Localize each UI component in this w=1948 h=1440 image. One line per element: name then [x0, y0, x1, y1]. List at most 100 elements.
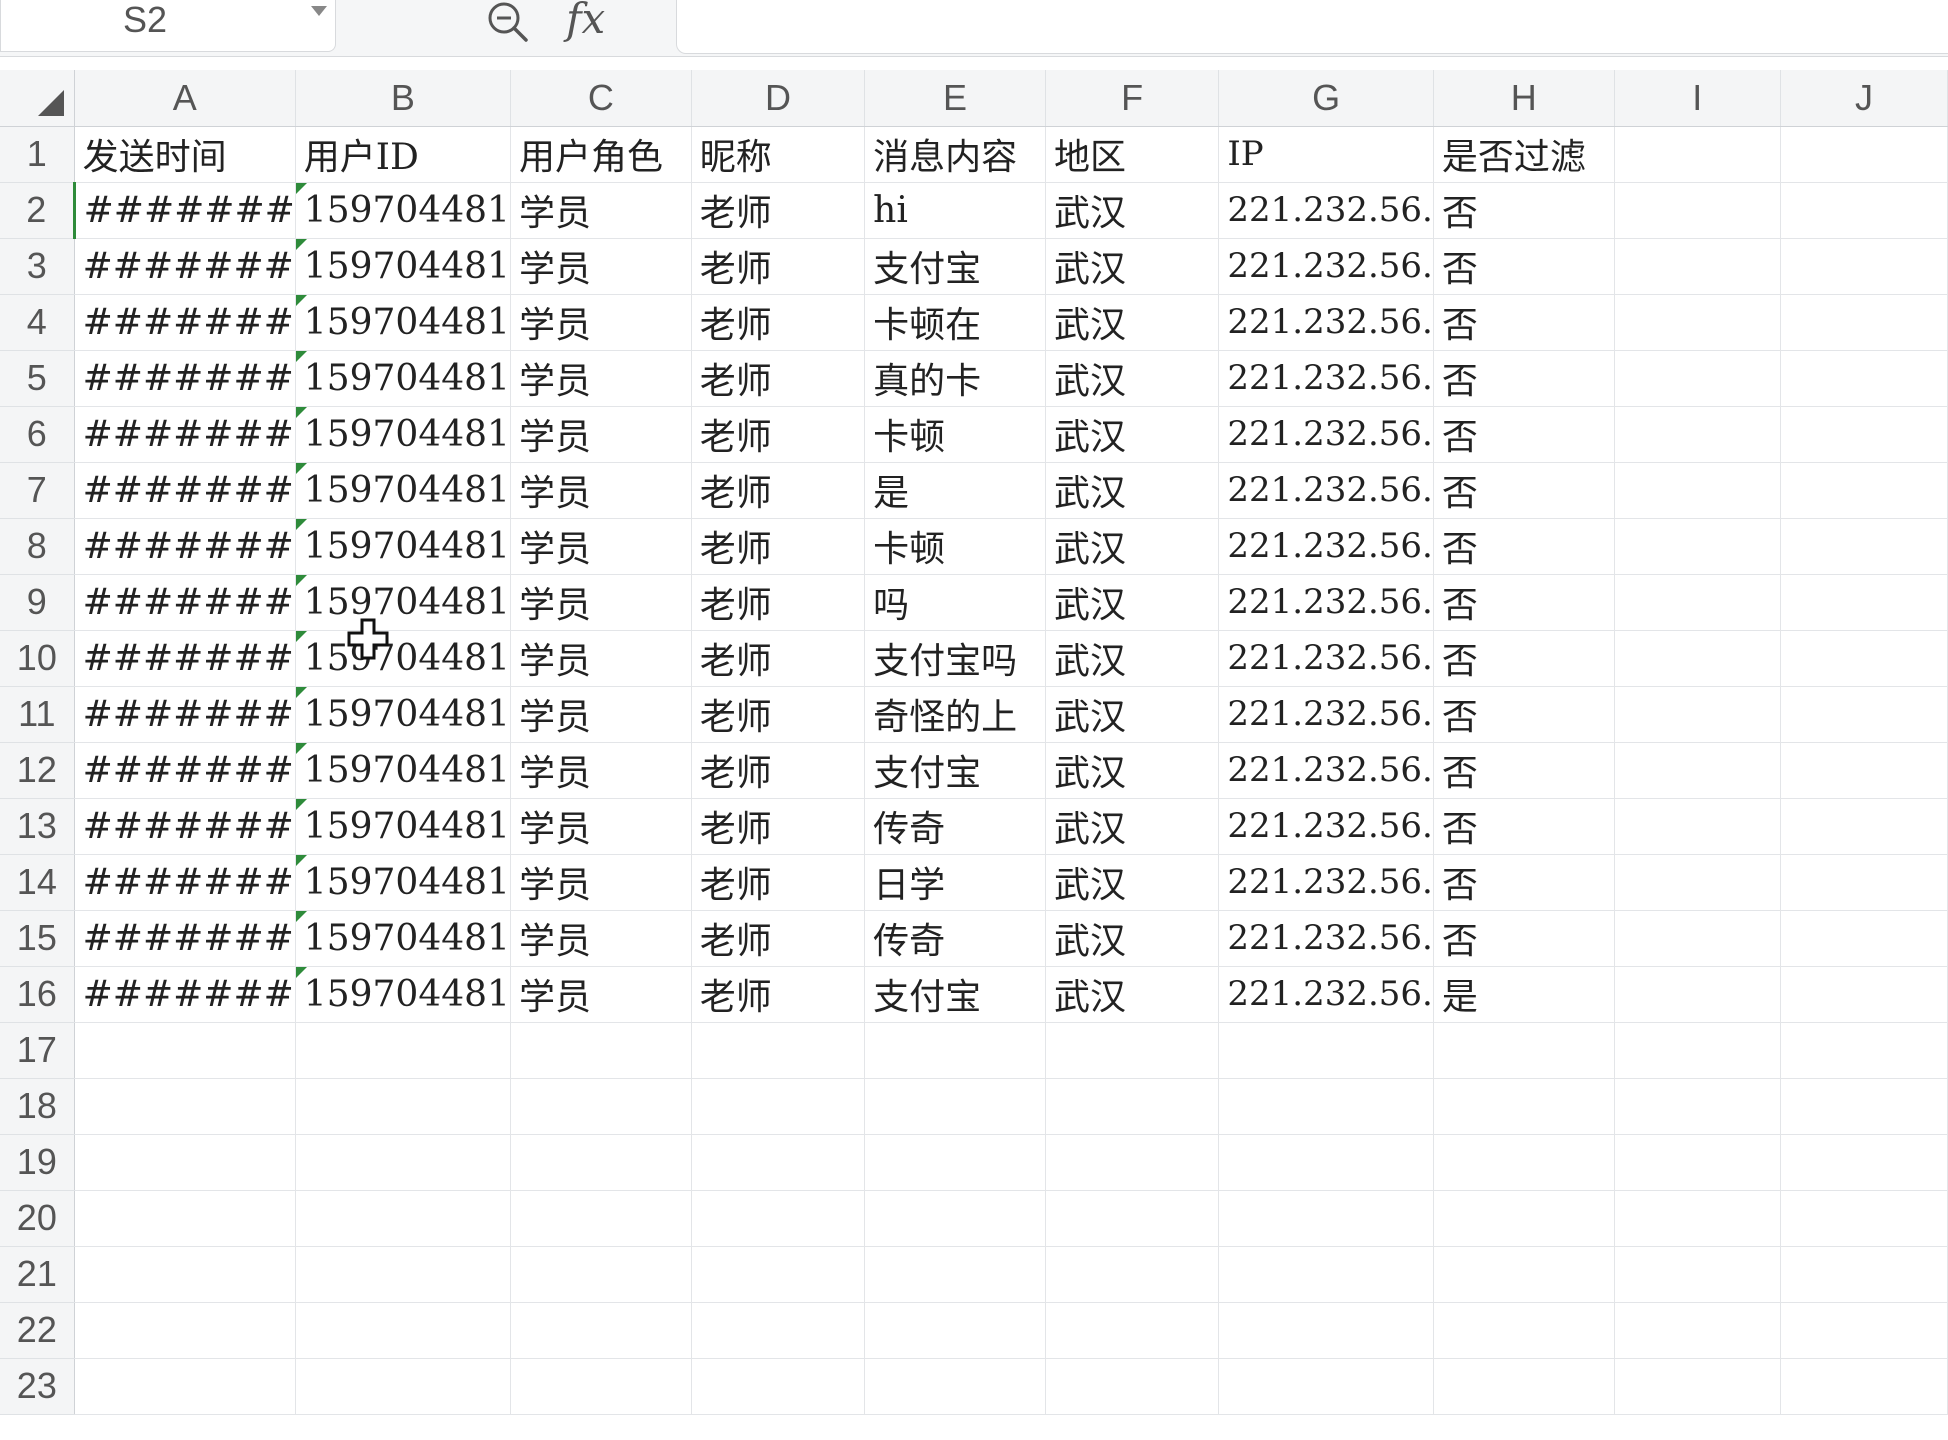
cell-f7[interactable]: 武汉 [1045, 462, 1220, 519]
row-header[interactable]: 21 [0, 1246, 75, 1303]
cell-c23[interactable] [510, 1358, 692, 1415]
cell-h23[interactable] [1433, 1358, 1615, 1415]
cell-j10[interactable] [1780, 630, 1948, 687]
cell-a15[interactable]: ####### [74, 910, 296, 967]
cell-e8[interactable]: 卡顿 [864, 518, 1046, 575]
cell-g12[interactable]: 221.232.56. [1218, 742, 1434, 799]
cell-i19[interactable] [1614, 1134, 1781, 1191]
cell-c5[interactable]: 学员 [510, 350, 692, 407]
cell-f15[interactable]: 武汉 [1045, 910, 1220, 967]
cell-i11[interactable] [1614, 686, 1781, 743]
cell-d11[interactable]: 老师 [691, 686, 866, 743]
cell-b22[interactable] [295, 1302, 511, 1359]
cell-e16[interactable]: 支付宝 [864, 966, 1046, 1023]
cell-j4[interactable] [1780, 294, 1948, 351]
cell-j11[interactable] [1780, 686, 1948, 743]
cell-c20[interactable] [510, 1190, 692, 1247]
cell-i13[interactable] [1614, 798, 1781, 855]
row-header[interactable]: 10 [0, 630, 75, 687]
cell-i3[interactable] [1614, 238, 1781, 295]
cell-a17[interactable] [74, 1022, 296, 1079]
cell-c10[interactable]: 学员 [510, 630, 692, 687]
cell-g8[interactable]: 221.232.56. [1218, 518, 1434, 575]
cell-j9[interactable] [1780, 574, 1948, 631]
cell-c15[interactable]: 学员 [510, 910, 692, 967]
cell-a1[interactable]: 发送时间 [74, 126, 296, 183]
cell-c12[interactable]: 学员 [510, 742, 692, 799]
cell-b4[interactable]: 159704481 [295, 294, 511, 351]
select-all-button[interactable] [0, 70, 75, 127]
cell-f8[interactable]: 武汉 [1045, 518, 1220, 575]
cell-b23[interactable] [295, 1358, 511, 1415]
cell-i15[interactable] [1614, 910, 1781, 967]
cell-j1[interactable] [1780, 126, 1948, 183]
cell-e15[interactable]: 传奇 [864, 910, 1046, 967]
column-header-d[interactable]: D [691, 70, 866, 127]
cell-g9[interactable]: 221.232.56. [1218, 574, 1434, 631]
cell-g18[interactable] [1218, 1078, 1434, 1135]
cell-f12[interactable]: 武汉 [1045, 742, 1220, 799]
cell-f20[interactable] [1045, 1190, 1220, 1247]
cell-b18[interactable] [295, 1078, 511, 1135]
cell-b11[interactable]: 159704481 [295, 686, 511, 743]
row-header[interactable]: 3 [0, 238, 75, 295]
cell-j2[interactable] [1780, 182, 1948, 239]
cell-g5[interactable]: 221.232.56. [1218, 350, 1434, 407]
cell-i16[interactable] [1614, 966, 1781, 1023]
cell-g14[interactable]: 221.232.56. [1218, 854, 1434, 911]
cell-j5[interactable] [1780, 350, 1948, 407]
cell-e1[interactable]: 消息内容 [864, 126, 1046, 183]
cell-j22[interactable] [1780, 1302, 1948, 1359]
cell-i8[interactable] [1614, 518, 1781, 575]
row-header[interactable]: 8 [0, 518, 75, 575]
row-header[interactable]: 11 [0, 686, 75, 743]
row-header[interactable]: 5 [0, 350, 75, 407]
cell-h5[interactable]: 否 [1433, 350, 1615, 407]
cell-f2[interactable]: 武汉 [1045, 182, 1220, 239]
cell-j12[interactable] [1780, 742, 1948, 799]
cell-a7[interactable]: ####### [74, 462, 296, 519]
cell-c19[interactable] [510, 1134, 692, 1191]
cell-d10[interactable]: 老师 [691, 630, 866, 687]
cell-d4[interactable]: 老师 [691, 294, 866, 351]
cell-d12[interactable]: 老师 [691, 742, 866, 799]
cell-c3[interactable]: 学员 [510, 238, 692, 295]
cell-e11[interactable]: 奇怪的上 [864, 686, 1046, 743]
cell-b12[interactable]: 159704481 [295, 742, 511, 799]
column-header-a[interactable]: A [74, 70, 296, 127]
cell-a10[interactable]: ####### [74, 630, 296, 687]
cell-g13[interactable]: 221.232.56. [1218, 798, 1434, 855]
cell-b2[interactable]: 159704481 [295, 182, 511, 239]
cell-a13[interactable]: ####### [74, 798, 296, 855]
cell-a9[interactable]: ####### [74, 574, 296, 631]
cell-j23[interactable] [1780, 1358, 1948, 1415]
cell-f3[interactable]: 武汉 [1045, 238, 1220, 295]
cell-a4[interactable]: ####### [74, 294, 296, 351]
cell-e2[interactable]: hi [864, 182, 1046, 239]
cell-g6[interactable]: 221.232.56. [1218, 406, 1434, 463]
cell-e9[interactable]: 吗 [864, 574, 1046, 631]
cell-c11[interactable]: 学员 [510, 686, 692, 743]
column-header-h[interactable]: H [1433, 70, 1615, 127]
cell-d20[interactable] [691, 1190, 866, 1247]
cell-c8[interactable]: 学员 [510, 518, 692, 575]
cell-a18[interactable] [74, 1078, 296, 1135]
cell-b8[interactable]: 159704481 [295, 518, 511, 575]
row-header[interactable]: 4 [0, 294, 75, 351]
cell-i12[interactable] [1614, 742, 1781, 799]
formula-input[interactable] [676, 0, 1948, 54]
cell-g21[interactable] [1218, 1246, 1434, 1303]
cell-h9[interactable]: 否 [1433, 574, 1615, 631]
cell-d17[interactable] [691, 1022, 866, 1079]
cell-b5[interactable]: 159704481 [295, 350, 511, 407]
cell-d9[interactable]: 老师 [691, 574, 866, 631]
cell-f4[interactable]: 武汉 [1045, 294, 1220, 351]
cell-i20[interactable] [1614, 1190, 1781, 1247]
cell-b16[interactable]: 159704481 [295, 966, 511, 1023]
cell-c18[interactable] [510, 1078, 692, 1135]
cell-j8[interactable] [1780, 518, 1948, 575]
cell-c16[interactable]: 学员 [510, 966, 692, 1023]
column-header-j[interactable]: J [1780, 70, 1948, 127]
cell-d23[interactable] [691, 1358, 866, 1415]
cell-f21[interactable] [1045, 1246, 1220, 1303]
